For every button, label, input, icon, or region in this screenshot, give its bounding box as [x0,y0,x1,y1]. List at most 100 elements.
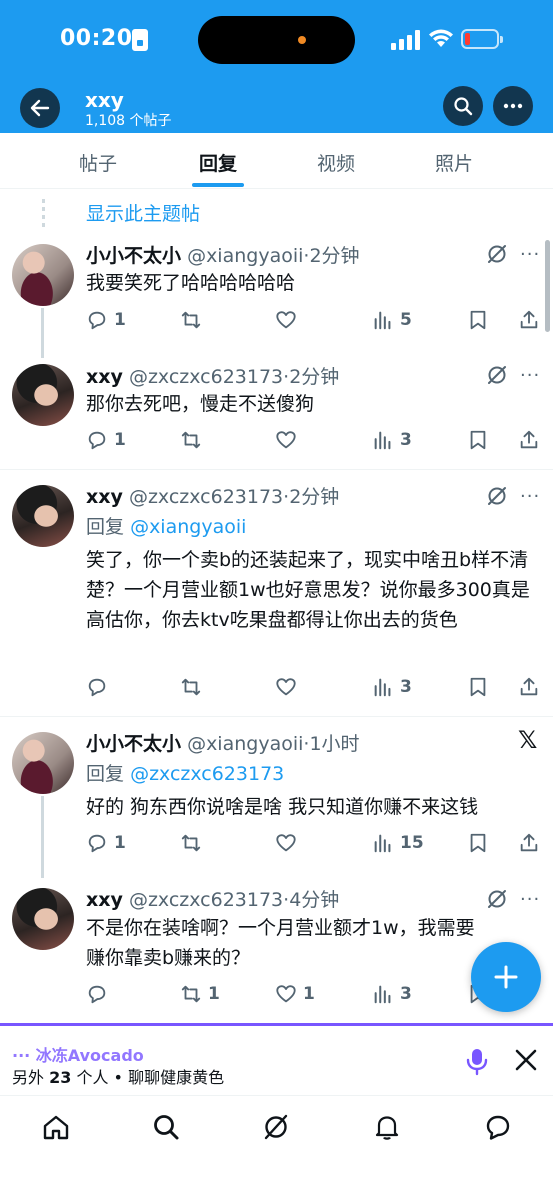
author-handle[interactable]: @zxczxc623173 [129,889,283,911]
views-icon [374,311,391,330]
space-listeners: 另外 23 个人 • 聊聊健康黄色 [12,1064,224,1088]
close-icon[interactable] [514,1048,538,1072]
repost-icon [181,985,201,1003]
status-time: 00:20 [60,26,133,51]
x-logo-icon: 𝕏 [518,726,538,754]
post-more-button[interactable]: ··· [520,889,540,910]
views-button[interactable]: 5 [372,309,412,331]
author-name[interactable]: xxy [86,486,123,508]
author-handle[interactable]: @zxczxc623173 [129,366,283,388]
reply-button[interactable]: 1 [86,309,126,331]
profile-name: xxy [85,88,124,112]
grok-icon[interactable] [486,243,508,265]
grok-icon[interactable] [486,364,508,386]
spaces-bar[interactable]: ··· 冰冻Avocado 另外 23 个人 • 聊聊健康黄色 [0,1023,553,1096]
profile-header: 00:20 xxy 1,108 个帖子 [0,0,553,133]
author-handle[interactable]: @xiangyaoii [187,733,303,755]
heart-icon [276,985,296,1003]
grok-icon[interactable] [486,485,508,507]
tab-replies[interactable]: 回复 [168,149,268,176]
views-button[interactable]: 3 [372,983,412,1005]
bell-icon[interactable] [373,1113,401,1141]
post-header: xxy @zxczxc623173·2分钟 [86,482,339,509]
thread-connector [42,199,45,229]
reply-count: 1 [114,310,126,330]
avatar[interactable] [12,888,74,950]
reply-button[interactable] [86,983,114,1005]
tab-photos[interactable]: 照片 [404,149,504,176]
profile-tabs: 帖子 回复 视频 照片 [0,133,553,189]
views-button[interactable]: 15 [372,832,424,854]
author-name[interactable]: xxy [86,366,123,388]
like-button[interactable] [275,832,303,854]
like-button[interactable]: 1 [275,983,315,1005]
reply-icon [88,834,106,853]
post-divider [0,469,553,470]
post-text: 好的 狗东西你说啥是啥 我只知道你赚不来这钱 [86,796,479,818]
bookmark-button[interactable] [467,676,489,698]
tab-videos[interactable]: 视频 [286,149,386,176]
battery-icon [461,29,503,49]
search-icon[interactable] [152,1113,180,1141]
more-options-button[interactable] [493,86,533,126]
reply-icon [88,431,106,450]
reply-button[interactable] [86,676,114,698]
post-more-button[interactable]: ··· [520,486,540,507]
author-handle[interactable]: @zxczxc623173 [129,486,283,508]
share-button[interactable] [518,832,540,854]
post-text: 我要笑死了哈哈哈哈哈哈 [86,272,296,294]
active-tab-indicator [192,183,244,187]
space-listener-count: 23 [49,1068,72,1087]
bookmark-button[interactable] [467,832,489,854]
replying-to-prefix: 回复 [86,763,125,785]
scrollbar[interactable] [545,240,550,332]
share-button[interactable] [518,676,540,698]
share-button[interactable] [518,429,540,451]
search-button[interactable] [443,86,483,126]
avatar[interactable] [12,244,74,306]
share-button[interactable] [518,309,540,331]
wifi-icon [429,29,453,47]
repost-button[interactable] [180,676,208,698]
tab-posts[interactable]: 帖子 [48,149,148,176]
replying-to-handle[interactable]: @xiangyaoii [130,516,246,538]
post-more-button[interactable]: ··· [520,244,540,265]
like-button[interactable] [275,429,303,451]
repost-button[interactable] [180,309,208,331]
repost-icon [181,834,201,852]
compose-button[interactable] [471,942,541,1012]
avatar[interactable] [12,485,74,547]
post-header: 小小不太小 @xiangyaoii·2分钟 [86,241,360,268]
post-more-button[interactable]: ··· [520,365,540,386]
grok-icon[interactable] [486,888,508,910]
avatar[interactable] [12,364,74,426]
microphone-icon[interactable] [465,1048,489,1076]
author-name[interactable]: 小小不太小 [86,733,181,755]
grok-icon[interactable] [262,1113,290,1141]
repost-button[interactable]: 1 [180,983,220,1005]
screen: 00:20 xxy 1,108 个帖子 帖子 回复 视频 照片 显示此主题帖 小… [0,0,553,1200]
reply-button[interactable]: 1 [86,832,126,854]
reply-count: 1 [114,833,126,853]
repost-button[interactable] [180,832,208,854]
views-button[interactable]: 3 [372,676,412,698]
bookmark-button[interactable] [467,429,489,451]
reply-button[interactable]: 1 [86,429,126,451]
avatar[interactable] [12,732,74,794]
home-icon[interactable] [42,1113,70,1141]
like-button[interactable] [275,309,303,331]
repost-button[interactable] [180,429,208,451]
cellular-signal-icon [391,30,420,50]
views-button[interactable]: 3 [372,429,412,451]
bookmark-button[interactable] [467,309,489,331]
author-name[interactable]: 小小不太小 [86,245,181,267]
show-thread-link[interactable]: 显示此主题帖 [86,199,200,226]
back-button[interactable] [20,88,60,128]
replying-to-handle[interactable]: @zxczxc623173 [130,763,284,785]
reply-count: 1 [114,430,126,450]
author-handle[interactable]: @xiangyaoii [187,245,303,267]
like-button[interactable] [275,676,303,698]
author-name[interactable]: xxy [86,889,123,911]
thread-line [41,796,44,878]
messages-icon[interactable] [484,1113,512,1141]
